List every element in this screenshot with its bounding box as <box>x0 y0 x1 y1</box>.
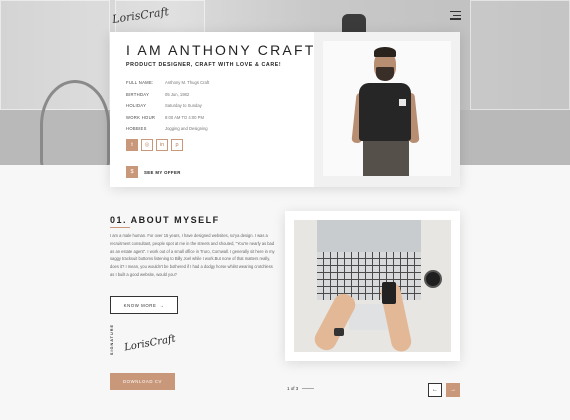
menu-line <box>450 18 461 20</box>
laptop-photo <box>294 220 451 352</box>
info-row-fullname: FULL NAME: Anthony M. Thugs Craft <box>126 77 209 89</box>
see-my-offer-button[interactable]: $ SEE MY OFFER <box>126 166 181 178</box>
prev-arrow-icon[interactable]: ← <box>428 383 442 397</box>
portrait-pocket <box>399 99 406 106</box>
offer-label: SEE MY OFFER <box>144 169 181 175</box>
portrait-pants <box>363 141 409 176</box>
about-body: I am a male human. For over 15 years, I … <box>110 233 275 277</box>
info-value: Anthony M. Thugs Craft <box>165 80 210 86</box>
menu-line <box>453 14 461 16</box>
info-table: FULL NAME: Anthony M. Thugs Craft BIRTHD… <box>126 77 209 135</box>
info-label: WORK HOUR <box>126 114 156 120</box>
profile-name: I AM ANTHONY CRAFT <box>126 42 316 58</box>
info-row-hobbies: HOBBIES Jogging and Designing <box>126 123 209 135</box>
pinterest-icon[interactable]: p <box>171 139 183 151</box>
arrow-right-icon: → <box>159 302 165 308</box>
chair-decoration <box>40 80 110 165</box>
info-value: Saturday to Sunday <box>165 103 202 109</box>
signature: LorisCraft <box>123 333 177 354</box>
vertical-label: SIGNATURE <box>110 324 114 356</box>
page-indicator: 1 of 3 <box>287 386 315 391</box>
smartphone <box>382 282 396 304</box>
page-count: 1 of 3 <box>287 386 299 391</box>
info-label: BIRTHDAY <box>126 91 150 97</box>
github-icon[interactable]: ◎ <box>141 139 153 151</box>
portrait-torso <box>359 83 411 141</box>
laptop-screen <box>317 220 421 252</box>
twitter-icon[interactable]: t <box>126 139 138 151</box>
coffee-cup <box>424 270 442 288</box>
info-value: Jogging and Designing <box>165 126 208 132</box>
portrait-photo <box>323 41 451 176</box>
info-label: HOBBIES <box>126 126 147 132</box>
portrait-beard <box>376 67 394 81</box>
download-cv-button[interactable]: DOWNLOAD CV <box>110 373 175 390</box>
know-more-button[interactable]: KNOW MORE → <box>110 296 178 314</box>
laptop-keyboard <box>317 252 421 300</box>
hamburger-menu-icon[interactable] <box>450 11 461 20</box>
page-line <box>302 388 315 389</box>
profile-card: I AM ANTHONY CRAFT PRODUCT DESIGNER, CRA… <box>110 32 460 187</box>
dollar-icon: $ <box>126 166 138 178</box>
info-label: FULL NAME: <box>126 80 154 86</box>
info-row-holiday: HOLIDAY Saturday to Sunday <box>126 100 209 112</box>
laptop-photo-card <box>285 211 460 361</box>
portrait-panel <box>314 32 460 187</box>
window-pane <box>470 0 570 110</box>
info-label: HOLIDAY <box>126 103 147 109</box>
info-value: 05 Jun, 1982 <box>165 91 190 97</box>
info-value: 8:00 AM TO 4:00 PM <box>165 114 204 120</box>
info-row-work-hour: WORK HOUR 8:00 AM TO 4:00 PM <box>126 112 209 124</box>
about-title-text: 01. ABOUT MYSELF <box>110 215 220 225</box>
menu-line <box>450 11 461 13</box>
profile-tagline: PRODUCT DESIGNER, CRAFT WITH LOVE & CARE… <box>126 62 282 68</box>
know-more-label: KNOW MORE <box>123 302 157 308</box>
info-row-birthday: BIRTHDAY 05 Jun, 1982 <box>126 89 209 101</box>
wristwatch <box>334 328 344 336</box>
about-title: 01. ABOUT MYSELF <box>110 215 220 228</box>
social-links: t ◎ in p <box>126 139 183 151</box>
title-underline <box>110 227 130 228</box>
next-arrow-icon[interactable]: → <box>446 383 460 397</box>
linkedin-icon[interactable]: in <box>156 139 168 151</box>
portrait-hair <box>374 47 396 57</box>
